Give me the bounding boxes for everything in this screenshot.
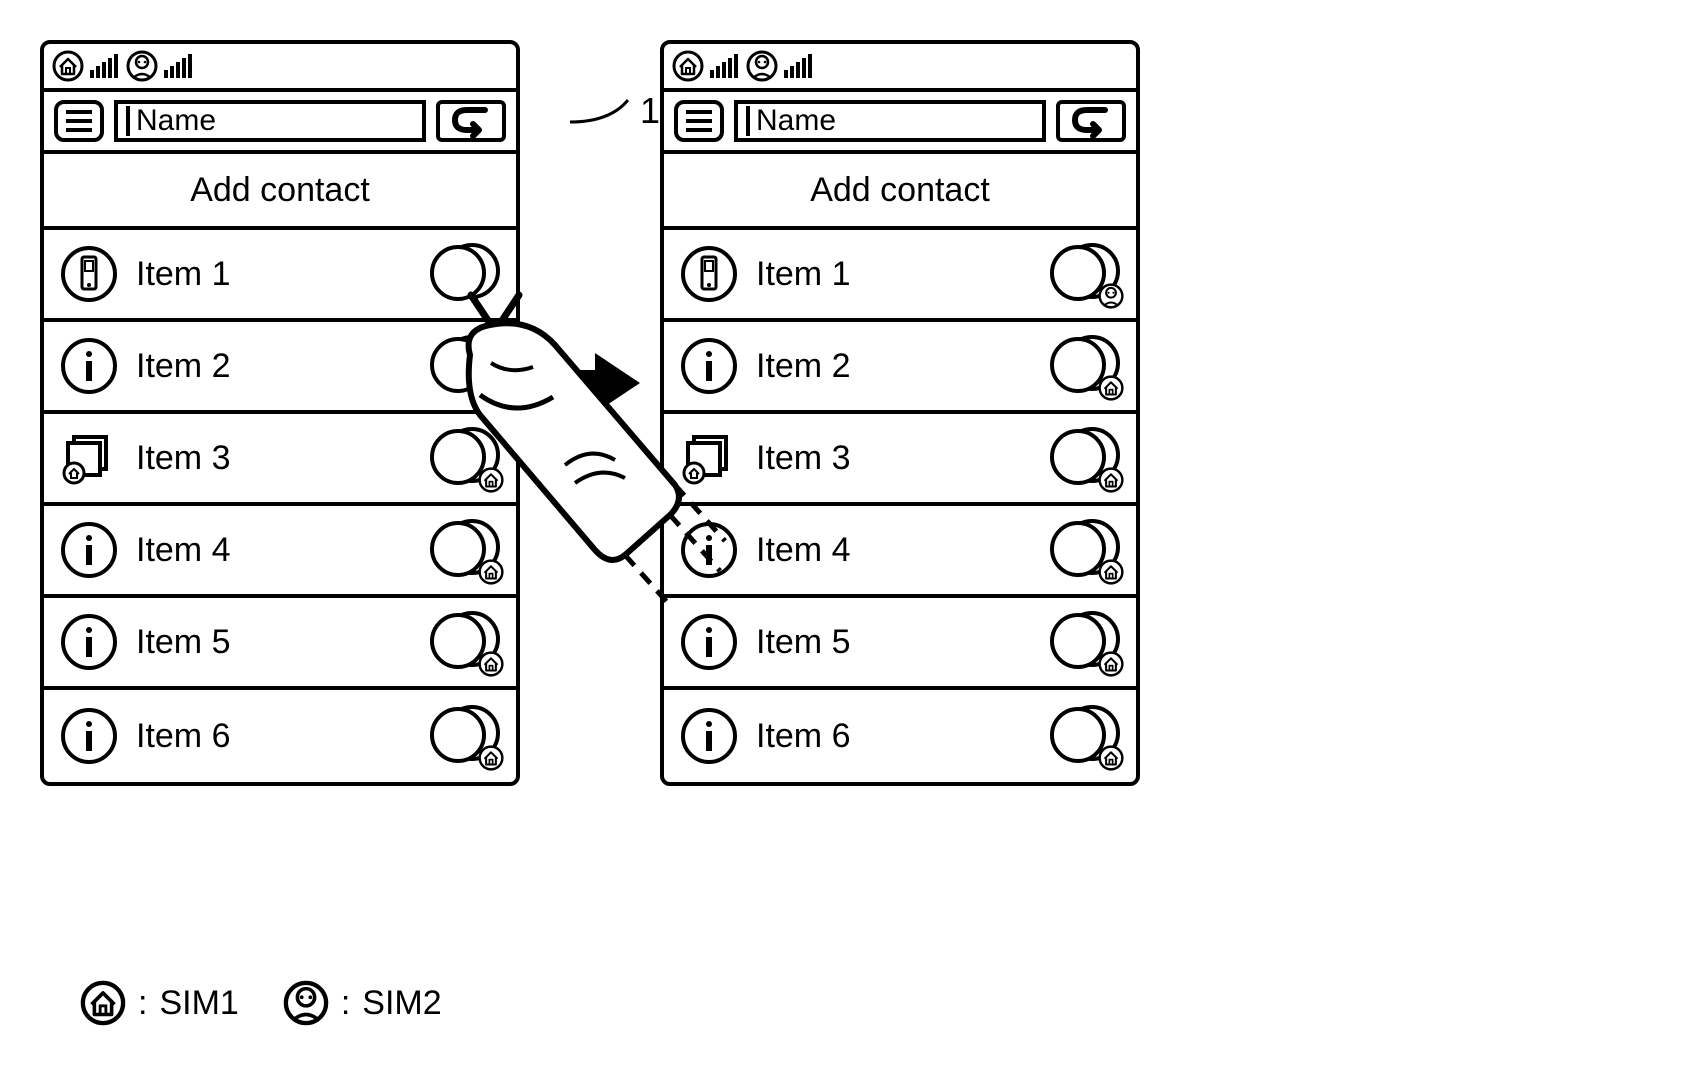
phone-icon — [680, 245, 738, 303]
info-icon — [680, 613, 738, 671]
sim2-face-icon — [283, 980, 329, 1026]
item-label: Item 4 — [756, 531, 1032, 570]
info-icon — [60, 521, 118, 579]
info-icon — [680, 337, 738, 395]
sim1-badge-icon — [478, 559, 504, 585]
item-label: Item 6 — [136, 717, 412, 756]
search-input[interactable]: Name — [734, 100, 1046, 142]
sim1-label: SIM1 — [159, 984, 238, 1023]
status-bar — [664, 44, 1136, 92]
sim1-badge-icon — [1098, 745, 1124, 771]
sim1-home-icon — [80, 980, 126, 1026]
list-item[interactable]: Item 6 — [664, 690, 1136, 782]
search-placeholder: Name — [136, 104, 216, 138]
list-item[interactable]: Item 5 — [664, 598, 1136, 690]
sim2-face-icon — [126, 50, 158, 82]
avatar-placeholder[interactable] — [1050, 519, 1120, 581]
info-icon — [60, 337, 118, 395]
avatar-placeholder[interactable] — [1050, 427, 1120, 489]
transition-arrow-icon — [530, 348, 650, 418]
info-icon — [60, 613, 118, 671]
add-contact-button[interactable]: Add contact — [44, 154, 516, 230]
back-button[interactable] — [1056, 100, 1126, 142]
avatar-placeholder[interactable] — [1050, 335, 1120, 397]
list-item[interactable]: Item 3 — [664, 414, 1136, 506]
status-bar — [44, 44, 516, 92]
sim1-home-icon — [52, 50, 84, 82]
phone-icon — [60, 245, 118, 303]
avatar-placeholder[interactable] — [1050, 611, 1120, 673]
back-arrow-icon — [1069, 104, 1113, 138]
item-label: Item 1 — [756, 255, 1032, 294]
avatar-placeholder[interactable] — [430, 519, 500, 581]
avatar-placeholder[interactable] — [430, 611, 500, 673]
search-input[interactable]: Name — [114, 100, 426, 142]
phone-screen-before: Name Add contact Item 1 Item 2 — [40, 40, 520, 786]
sim1-badge-icon — [1098, 651, 1124, 677]
list-item[interactable]: Item 1 — [44, 230, 516, 322]
list-item[interactable]: Item 6 — [44, 690, 516, 782]
search-row: Name — [44, 92, 516, 154]
menu-button[interactable] — [54, 100, 104, 142]
list-item[interactable]: Item 3 — [44, 414, 516, 506]
back-arrow-icon — [449, 104, 493, 138]
list-item[interactable]: Item 4 — [664, 506, 1136, 598]
sim1-badge-icon — [478, 375, 504, 401]
docs-icon — [680, 429, 738, 487]
sim1-signal-icon — [90, 52, 120, 80]
list-item[interactable]: Item 2 — [44, 322, 516, 414]
info-icon — [680, 521, 738, 579]
search-row: Name — [664, 92, 1136, 154]
item-label: Item 6 — [756, 717, 1032, 756]
item-label: Item 5 — [756, 623, 1032, 662]
item-label: Item 2 — [136, 347, 412, 386]
info-icon — [680, 707, 738, 765]
docs-icon — [60, 429, 118, 487]
sim1-badge-icon — [1098, 467, 1124, 493]
item-label: Item 2 — [756, 347, 1032, 386]
sim1-badge-icon — [1098, 375, 1124, 401]
avatar-placeholder[interactable] — [1050, 705, 1120, 767]
sim1-signal-icon — [710, 52, 740, 80]
phone-screen-after: Name Add contact Item 1 Item 2 Item 3 — [660, 40, 1140, 786]
item-label: Item 4 — [136, 531, 412, 570]
back-button[interactable] — [436, 100, 506, 142]
avatar-placeholder[interactable] — [430, 335, 500, 397]
sim1-badge-icon — [478, 745, 504, 771]
avatar-placeholder[interactable] — [430, 705, 500, 767]
sim1-badge-icon — [478, 651, 504, 677]
avatar-placeholder[interactable] — [430, 243, 500, 305]
list-item[interactable]: Item 4 — [44, 506, 516, 598]
item-label: Item 5 — [136, 623, 412, 662]
sim2-signal-icon — [164, 52, 194, 80]
add-contact-button[interactable]: Add contact — [664, 154, 1136, 230]
list-item[interactable]: Item 2 — [664, 322, 1136, 414]
sim2-face-icon — [746, 50, 778, 82]
sim1-badge-icon — [1098, 559, 1124, 585]
sim2-badge-icon — [1098, 283, 1124, 309]
sim2-signal-icon — [784, 52, 814, 80]
item-label: Item 3 — [756, 439, 1032, 478]
sim-legend: : SIM1 : SIM2 — [80, 980, 442, 1026]
sim1-home-icon — [672, 50, 704, 82]
item-label: Item 1 — [136, 255, 412, 294]
list-item[interactable]: Item 1 — [664, 230, 1136, 322]
menu-button[interactable] — [674, 100, 724, 142]
list-item[interactable]: Item 5 — [44, 598, 516, 690]
avatar-placeholder[interactable] — [430, 427, 500, 489]
sim1-badge-icon — [478, 467, 504, 493]
avatar-placeholder[interactable] — [1050, 243, 1120, 305]
info-icon — [60, 707, 118, 765]
item-label: Item 3 — [136, 439, 412, 478]
sim2-label: SIM2 — [362, 984, 441, 1023]
search-placeholder: Name — [756, 104, 836, 138]
